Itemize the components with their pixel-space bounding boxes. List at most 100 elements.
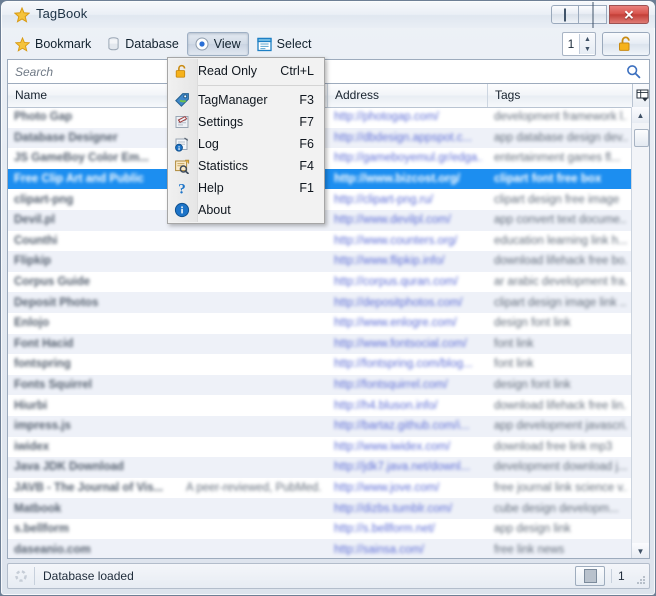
row-cell-note: [180, 539, 328, 558]
table-row[interactable]: Java JDK Download http://jdk7.java.net/do…: [8, 457, 633, 478]
row-cell-name-text: Fonts Squirrel: [14, 379, 92, 392]
menu-item-about[interactable]: About: [168, 199, 324, 221]
row-cell-note: [180, 395, 328, 416]
close-button[interactable]: ✕: [609, 5, 649, 24]
row-cell-note: [180, 354, 328, 375]
spinner-down-icon[interactable]: ▼: [580, 44, 595, 54]
row-cell-address-text: http://sainsa.com/: [334, 543, 425, 556]
menu-item-label: About: [198, 203, 231, 217]
row-cell-address-text: http://s.bellform.net/: [334, 523, 435, 536]
row-cell-address: http://corpus.quran.com/: [328, 272, 488, 293]
row-cell-address: http://s.bellform.net/: [328, 519, 488, 540]
table-row[interactable]: s.bellform http://s.bellform.net/app desi…: [8, 519, 633, 540]
question-mark-icon: ?: [173, 179, 191, 197]
table-row[interactable]: Corpus Guide http://corpus.quran.com/ar a…: [8, 272, 633, 293]
menu-item-tagmanager[interactable]: TagManager F3: [168, 89, 324, 111]
menu-item-label: Help: [198, 181, 224, 195]
row-cell-address-text: http://photogap.com/: [334, 111, 439, 124]
table-row[interactable]: Enlojo http://www.enlogre.com/design font…: [8, 313, 633, 334]
lock-toggle-button[interactable]: [602, 32, 650, 56]
row-cell-tags: free journal link science v...: [488, 478, 633, 499]
scroll-down-icon[interactable]: ▼: [632, 543, 649, 558]
menu-item-statistics[interactable]: Statistics F4: [168, 155, 324, 177]
menu-item-log[interactable]: Log F6: [168, 133, 324, 155]
table-row[interactable]: Fonts Squirrel http://fontsquirrel.com/de…: [8, 374, 633, 396]
column-header-name[interactable]: Name: [8, 84, 180, 107]
row-cell-name: Free Clip Art and Public: [8, 169, 180, 190]
row-cell-address: http://sainsa.com/: [328, 539, 488, 558]
row-cell-name: Java JDK Download: [8, 457, 180, 478]
column-header-tags[interactable]: Tags: [488, 84, 633, 107]
row-cell-tags: download free link mp3: [488, 437, 633, 458]
row-cell-address: http://www.devilpl.com/: [328, 210, 488, 231]
table-row[interactable]: fontspring http://fontspring.com/blog... f…: [8, 354, 633, 375]
vertical-scrollbar[interactable]: ▲ ▼: [631, 107, 649, 558]
unlocked-padlock-icon: [617, 36, 635, 52]
row-cell-address-text: http://www.counters.org/: [334, 234, 458, 247]
row-cell-tags-text: app development javascri...: [494, 420, 627, 433]
scroll-up-icon[interactable]: ▲: [632, 107, 649, 123]
maximize-icon: [592, 2, 593, 28]
row-cell-name: Fonts Squirrel: [8, 375, 180, 396]
stop-square-icon[interactable]: [575, 566, 605, 586]
table-row[interactable]: daseanio.com http://sainsa.com/free link …: [8, 539, 633, 558]
resize-grip-icon[interactable]: [634, 574, 646, 586]
row-cell-address-text: http://dbdesign.appspot.c...: [334, 131, 473, 144]
page-spinner-arrows[interactable]: ▲ ▼: [579, 34, 595, 54]
row-cell-tags-text: font link: [494, 358, 534, 371]
toolbar-button-database[interactable]: Database: [99, 32, 187, 56]
star-icon: [14, 7, 30, 23]
row-cell-address: http://dizbs.tumblr.com/: [328, 498, 488, 519]
menu-item-shortcut: F1: [299, 181, 314, 195]
search-bar[interactable]: Search: [7, 59, 650, 83]
row-cell-tags-text: cube design developm...: [494, 502, 619, 515]
table-row[interactable]: Font Hacid http://www.fontsocial.com/font…: [8, 333, 633, 355]
row-cell-address: http://fontsquirrel.com/: [328, 375, 488, 396]
table-row[interactable]: Flipkip http://www.flipkip.info/download …: [8, 251, 633, 272]
row-cell-tags: design font link: [488, 313, 633, 334]
row-cell-address: http://www.jove.com/: [328, 478, 488, 499]
row-cell-name-text: Java JDK Download: [14, 461, 124, 474]
minimize-button[interactable]: [551, 5, 579, 24]
row-cell-tags: ar arabic development fra...: [488, 272, 633, 293]
scrollbar-thumb[interactable]: [634, 129, 649, 147]
menu-item-shortcut: Ctrl+L: [280, 64, 314, 78]
row-cell-note: A peer-reviewed, PubMed...: [180, 478, 328, 499]
menu-item-shortcut: F6: [299, 137, 314, 151]
select-window-icon: [257, 37, 272, 52]
toolbar-button-bookmark[interactable]: Bookmark: [7, 32, 99, 56]
table-row[interactable]: impress.js http://bartaz.github.com/i... a…: [8, 415, 633, 437]
row-cell-tags-text: free link news: [494, 543, 565, 556]
menu-item-settings[interactable]: Settings F7: [168, 111, 324, 133]
table-row[interactable]: iwidex http://www.iwidex.com/download fre…: [8, 437, 633, 458]
row-cell-name-text: Free Clip Art and Public: [14, 173, 144, 186]
toolbar-button-view[interactable]: View: [186, 32, 249, 56]
spinner-up-icon[interactable]: ▲: [580, 34, 595, 44]
column-chooser-icon[interactable]: [632, 84, 649, 107]
column-header-address[interactable]: Address: [328, 84, 488, 107]
table-row[interactable]: JAVB - The Journal of Vis... A peer-revie…: [8, 478, 633, 499]
toolbar-button-select[interactable]: Select: [249, 32, 320, 56]
menu-item-read-only[interactable]: Read Only Ctrl+L: [168, 60, 324, 82]
table-row[interactable]: Counthi http://www.counters.org/education…: [8, 231, 633, 252]
row-cell-note: [180, 498, 328, 519]
row-cell-name: Enlojo: [8, 313, 180, 334]
menu-item-help[interactable]: ? Help F1: [168, 177, 324, 199]
row-cell-address: http://www.counters.org/: [328, 231, 488, 252]
row-cell-name: Counthi: [8, 231, 180, 252]
table-row[interactable]: Deposit Photos http://depositphotos.com/c…: [8, 292, 633, 313]
maximize-button[interactable]: [579, 2, 607, 28]
table-row[interactable]: Hiurbi http://h4.bluson.info/download lif…: [8, 395, 633, 416]
row-cell-name: Hiurbi: [8, 395, 180, 416]
row-cell-tags-text: design font link: [494, 379, 571, 392]
row-cell-tags-text: font link: [494, 337, 534, 350]
row-cell-name-text: Deposit Photos: [14, 296, 99, 309]
search-magnifier-icon[interactable]: [626, 64, 641, 79]
table-row[interactable]: Matbook http://dizbs.tumblr.com/cube desi…: [8, 498, 633, 519]
page-spinner[interactable]: 1 ▲ ▼: [562, 32, 596, 56]
row-cell-tags-text: clipart design image link ...: [494, 296, 627, 309]
row-cell-address-text: http://fontsquirrel.com/: [334, 379, 448, 392]
row-cell-address-text: http://h4.bluson.info/: [334, 399, 438, 412]
radio-dot-icon: [195, 37, 209, 51]
row-cell-note: [180, 375, 328, 396]
